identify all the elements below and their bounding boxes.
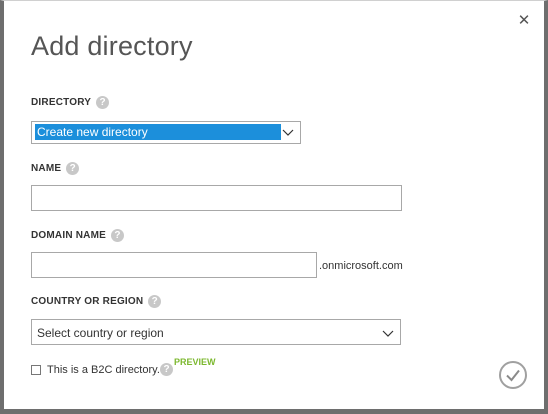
- directory-select[interactable]: Create new directory: [31, 121, 301, 144]
- domain-suffix: .onmicrosoft.com: [319, 260, 403, 272]
- domain-input[interactable]: [31, 252, 317, 278]
- name-input[interactable]: [31, 185, 402, 211]
- help-icon[interactable]: ?: [160, 363, 173, 376]
- country-label: COUNTRY OR REGION: [31, 296, 144, 307]
- name-label: NAME: [31, 163, 62, 174]
- dialog-title: Add directory: [31, 31, 193, 61]
- b2c-checkbox[interactable]: [31, 365, 41, 375]
- directory-label-row: DIRECTORY ?: [31, 96, 110, 109]
- add-directory-dialog: ✕ Add directory DIRECTORY ? Create new d…: [0, 0, 548, 414]
- chevron-down-icon: [382, 330, 394, 337]
- preview-badge: PREVIEW: [174, 357, 216, 367]
- country-label-row: COUNTRY OR REGION ?: [31, 295, 162, 308]
- help-icon[interactable]: ?: [96, 96, 110, 109]
- domain-label-row: DOMAIN NAME ?: [31, 229, 124, 242]
- close-icon[interactable]: ✕: [516, 13, 532, 29]
- directory-label: DIRECTORY: [31, 97, 92, 108]
- confirm-button[interactable]: [499, 361, 527, 389]
- checkmark-icon: [506, 369, 520, 382]
- help-icon[interactable]: ?: [110, 229, 124, 242]
- help-icon[interactable]: ?: [148, 295, 162, 308]
- country-select[interactable]: Select country or region: [31, 319, 401, 345]
- b2c-label[interactable]: This is a B2C directory.: [47, 364, 160, 376]
- b2c-row: This is a B2C directory.: [31, 364, 160, 376]
- domain-label: DOMAIN NAME: [31, 230, 106, 241]
- name-label-row: NAME ?: [31, 162, 80, 175]
- country-selected-value: Select country or region: [37, 326, 164, 340]
- chevron-down-icon: [282, 129, 294, 136]
- directory-selected-value: Create new directory: [35, 124, 281, 140]
- help-icon[interactable]: ?: [66, 162, 80, 175]
